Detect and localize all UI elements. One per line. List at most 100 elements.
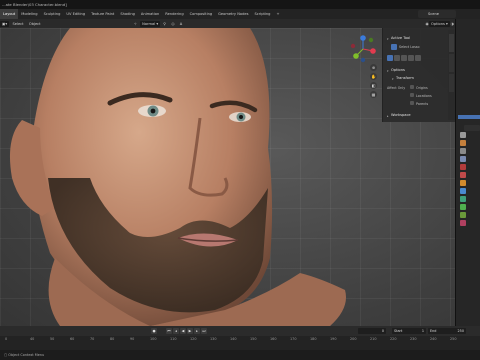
tab-item[interactable] xyxy=(449,34,454,52)
status-bar: ▢ Object Context Menu xyxy=(0,350,480,360)
ruler-tick-label: 70 xyxy=(90,337,95,341)
frame-end-field[interactable]: End 250 xyxy=(428,328,466,334)
parents-checkbox[interactable] xyxy=(410,101,414,105)
transform-orientation-icon[interactable]: ⊹ xyxy=(132,21,139,27)
options-label: Options xyxy=(431,21,445,26)
affect-only-label: Affect Only xyxy=(387,86,406,90)
material-properties-icon[interactable] xyxy=(460,220,466,226)
window-title: ...ate Blender\03 Character.blend] xyxy=(0,0,480,9)
ruler-tick-label: 110 xyxy=(170,337,177,341)
tab-texture-paint[interactable]: Texture Paint xyxy=(88,9,117,19)
ruler-tick-label: 130 xyxy=(210,337,217,341)
tool-icon-lasso[interactable] xyxy=(408,55,414,61)
physics-properties-icon[interactable] xyxy=(460,196,466,202)
tab--[interactable]: + xyxy=(273,9,282,19)
tool-icon-tweak[interactable] xyxy=(387,55,393,61)
ruler-tick-label: 60 xyxy=(70,337,75,341)
pan-hand-icon[interactable]: ✋ xyxy=(370,73,377,80)
outliner-selected-row[interactable] xyxy=(458,115,480,119)
modifier-properties-icon[interactable] xyxy=(460,188,466,194)
camera-icon[interactable]: ◧ xyxy=(370,82,377,89)
chevron-down-icon[interactable]: ▾ xyxy=(387,69,389,73)
ruler-tick-label: 240 xyxy=(430,337,437,341)
chevron-right-icon[interactable]: ▸ xyxy=(387,114,389,118)
locations-label: Locations xyxy=(416,94,432,98)
chevron-down-icon[interactable]: ▾ xyxy=(387,37,389,41)
chevron-down-icon[interactable]: ▾ xyxy=(392,77,394,81)
locations-checkbox[interactable] xyxy=(410,93,414,97)
transform-title: Transform xyxy=(396,76,414,80)
grid-icon[interactable]: ▦ xyxy=(370,91,377,98)
tab-animation[interactable]: Animation xyxy=(138,9,162,19)
view-layer-icon[interactable] xyxy=(460,156,466,162)
play-icon[interactable]: ▶ xyxy=(187,328,193,334)
navigation-gizmo[interactable] xyxy=(348,34,378,64)
snap-icon[interactable]: ⚲ xyxy=(161,21,168,27)
play-reverse-icon[interactable]: ◀ xyxy=(180,328,186,334)
menu-select[interactable]: Select xyxy=(10,21,25,27)
pivot-icon[interactable]: ᐃ xyxy=(178,21,184,27)
tab-sculpting[interactable]: Sculpting xyxy=(41,9,64,19)
options-dropdown[interactable]: Options ▾ xyxy=(429,20,450,27)
tab-view[interactable] xyxy=(449,74,454,92)
workspace-title: Workspace xyxy=(391,113,411,117)
jump-start-icon[interactable]: ⏮ xyxy=(166,328,172,334)
ruler-tick-label: 190 xyxy=(330,337,337,341)
ruler-tick-label: 90 xyxy=(130,337,135,341)
tab-scripting[interactable]: Scripting xyxy=(251,9,273,19)
scene-label: Scene xyxy=(428,12,439,16)
viewport-header: ▣▾ Select Object ⊹ Normal ▾ ⚲ ◎ ᐃ ◉ ⊘ ● … xyxy=(0,19,455,28)
origins-checkbox[interactable] xyxy=(410,85,414,89)
tab-uv-editing[interactable]: UV Editing xyxy=(63,9,88,19)
ruler-tick-label: 170 xyxy=(290,337,297,341)
ruler-tick-label: 250 xyxy=(450,337,457,341)
ruler-tick-label: 40 xyxy=(30,337,35,341)
ruler-tick-label: 160 xyxy=(270,337,277,341)
scene-properties-icon[interactable] xyxy=(460,164,466,170)
frame-end-value: 250 xyxy=(457,329,464,333)
tool-icon-box[interactable] xyxy=(394,55,400,61)
tool-properties-icon[interactable] xyxy=(460,132,466,138)
current-frame-field[interactable]: 0 xyxy=(358,328,386,334)
tab-rendering[interactable]: Rendering xyxy=(162,9,186,19)
transform-orientation-dropdown[interactable]: Normal ▾ xyxy=(140,20,161,27)
constraints-properties-icon[interactable] xyxy=(460,204,466,210)
ruler-tick-label: 80 xyxy=(110,337,115,341)
tab-geometry-nodes[interactable]: Geometry Nodes xyxy=(215,9,251,19)
next-keyframe-icon[interactable]: ▸ xyxy=(194,328,200,334)
viewport-nav-buttons: ⊕ ✋ ◧ ▦ xyxy=(370,64,378,104)
data-properties-icon[interactable] xyxy=(460,212,466,218)
ruler-tick-label: 180 xyxy=(310,337,317,341)
jump-end-icon[interactable]: ⏭ xyxy=(201,328,207,334)
world-properties-icon[interactable] xyxy=(460,172,466,178)
ruler-tick-label: 230 xyxy=(410,337,417,341)
options-title: Options xyxy=(391,68,405,72)
record-icon[interactable]: ● xyxy=(151,328,157,334)
ruler-tick-label: 100 xyxy=(150,337,157,341)
zoom-icon[interactable]: ⊕ xyxy=(370,64,377,71)
ruler-tick-label: 200 xyxy=(350,337,357,341)
tab-layout[interactable]: Layout xyxy=(0,9,19,19)
timeline-ruler[interactable]: 0 40 50 60 70 80 90 100 110 120 130 140 150 160 170 180… xyxy=(0,336,480,350)
tool-icon-circle[interactable] xyxy=(401,55,407,61)
object-properties-icon[interactable] xyxy=(460,180,466,186)
properties-search-input[interactable] xyxy=(464,125,480,131)
tab-shading[interactable]: Shading xyxy=(117,9,138,19)
select-box-icon[interactable] xyxy=(391,44,397,50)
tab-tool[interactable] xyxy=(449,54,454,72)
menu-object[interactable]: Object xyxy=(27,21,43,27)
prev-keyframe-icon[interactable]: ◂ xyxy=(173,328,179,334)
render-properties-icon[interactable] xyxy=(460,140,466,146)
ruler-tick-label: 210 xyxy=(370,337,377,341)
frame-start-field[interactable]: Start 1 xyxy=(392,328,426,334)
ruler-tick-label: 50 xyxy=(50,337,55,341)
sidebar-tabs xyxy=(448,30,455,120)
object-mode-icon[interactable]: ▣▾ xyxy=(0,20,10,27)
output-properties-icon[interactable] xyxy=(460,148,466,154)
tab-compositing[interactable]: Compositing xyxy=(187,9,216,19)
proportional-edit-icon[interactable]: ◎ xyxy=(169,21,176,27)
scene-selector[interactable]: Scene xyxy=(418,10,456,18)
tab-modeling[interactable]: Modeling xyxy=(18,9,40,19)
frame-start-label: Start xyxy=(394,329,403,333)
tool-icon-mode[interactable] xyxy=(415,55,421,61)
